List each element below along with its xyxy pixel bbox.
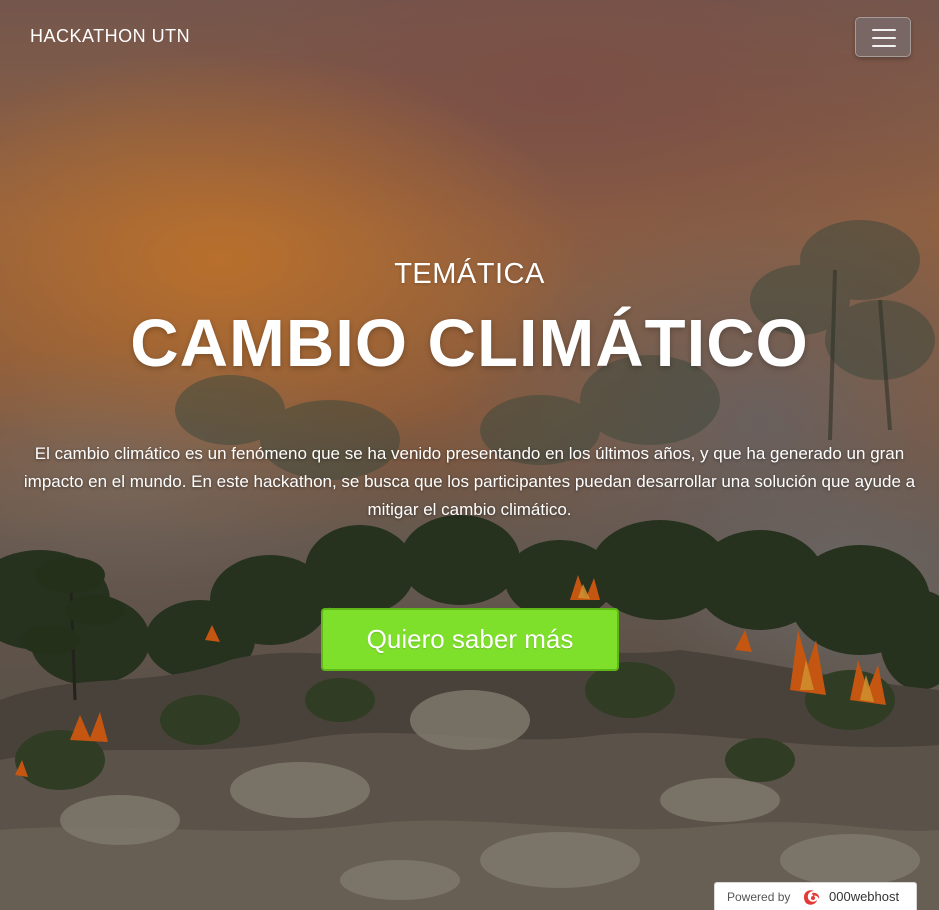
hero-subtitle: TEMÁTICA (394, 258, 545, 290)
hero-description: El cambio climático es un fenómeno que s… (23, 444, 916, 519)
hero-title: CAMBIO CLIMÁTICO (130, 306, 809, 381)
hero-section: HACKATHON UTN TEMÁTICA CAMBIO CLIMÁTICO … (0, 0, 939, 910)
powered-by-badge[interactable]: Powered by 000webhost (714, 882, 917, 910)
learn-more-button[interactable]: Quiero saber más (321, 608, 619, 671)
navbar-toggler-button[interactable] (855, 17, 911, 57)
000webhost-logo-icon (804, 890, 820, 905)
brand-link[interactable]: HACKATHON UTN (30, 26, 190, 47)
navbar: HACKATHON UTN (0, 0, 939, 76)
host-label: 000webhost (829, 889, 900, 904)
powered-by-label: Powered by (727, 890, 791, 904)
